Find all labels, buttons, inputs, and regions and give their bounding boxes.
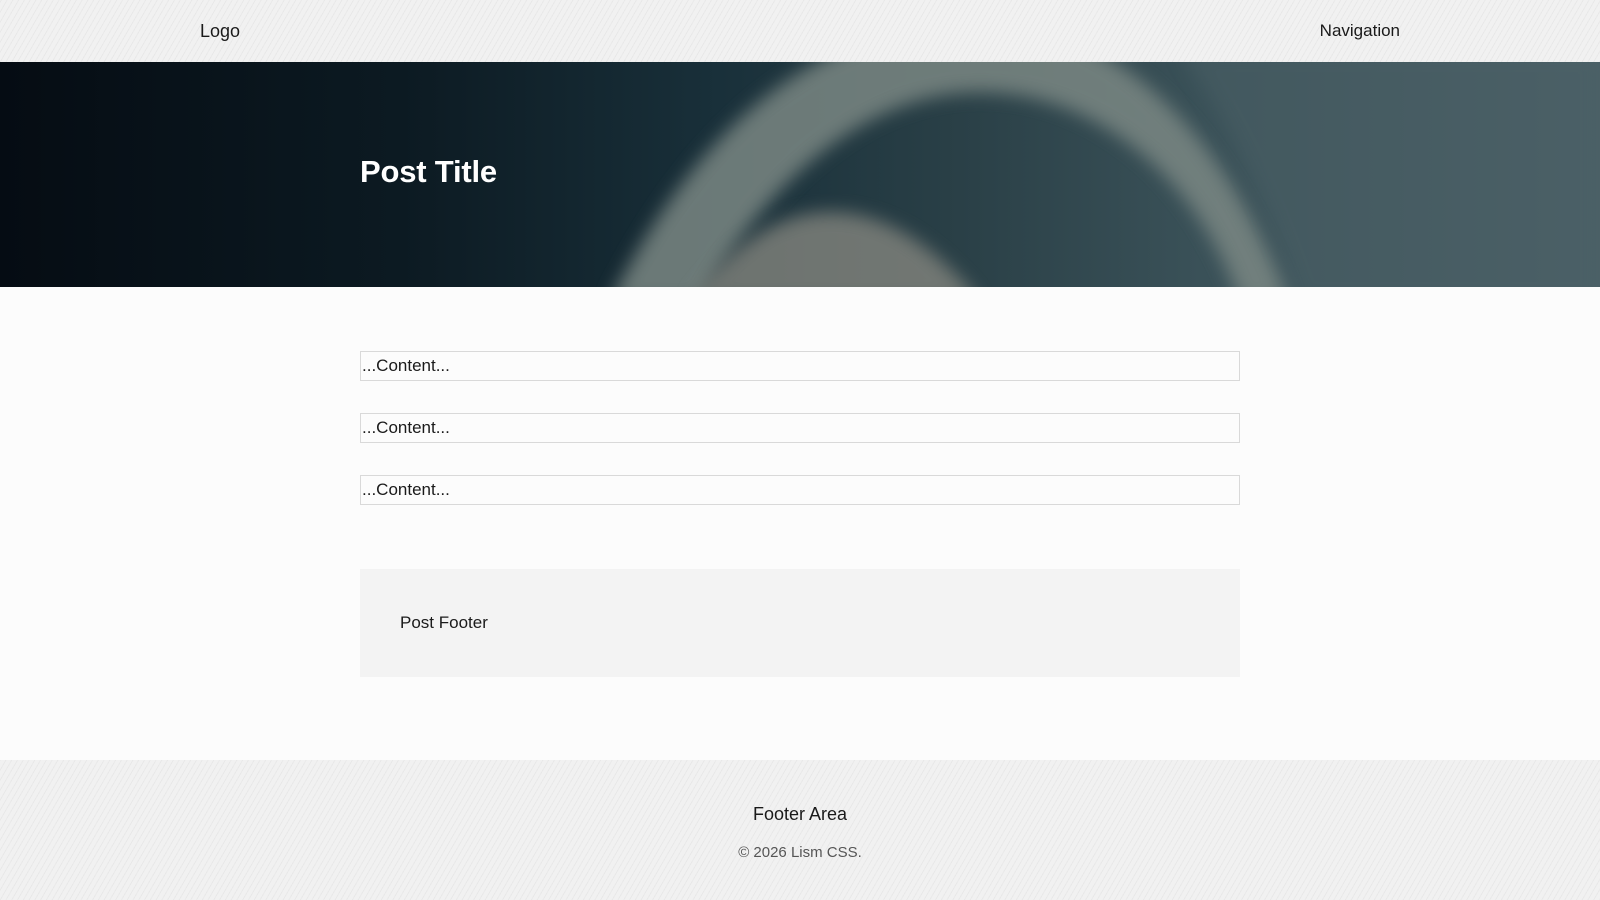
site-header: Logo Navigation <box>0 0 1600 62</box>
hero-banner: Post Title <box>0 62 1600 287</box>
logo[interactable]: Logo <box>200 21 240 42</box>
content-block: ...Content... <box>360 475 1240 505</box>
footer-copyright: © 2026 Lism CSS. <box>738 844 862 861</box>
post-footer-label: Post Footer <box>400 613 488 632</box>
site-footer: Footer Area © 2026 Lism CSS. <box>0 760 1600 900</box>
content-block: ...Content... <box>360 413 1240 443</box>
navigation[interactable]: Navigation <box>1320 21 1400 41</box>
post-title: Post Title <box>360 154 497 189</box>
footer-title: Footer Area <box>752 804 848 824</box>
post-content: ...Content... ...Content... ...Content..… <box>360 351 1240 537</box>
post-footer: Post Footer <box>360 569 1240 677</box>
content-block: ...Content... <box>360 351 1240 381</box>
hero-background-image <box>617 62 1600 287</box>
